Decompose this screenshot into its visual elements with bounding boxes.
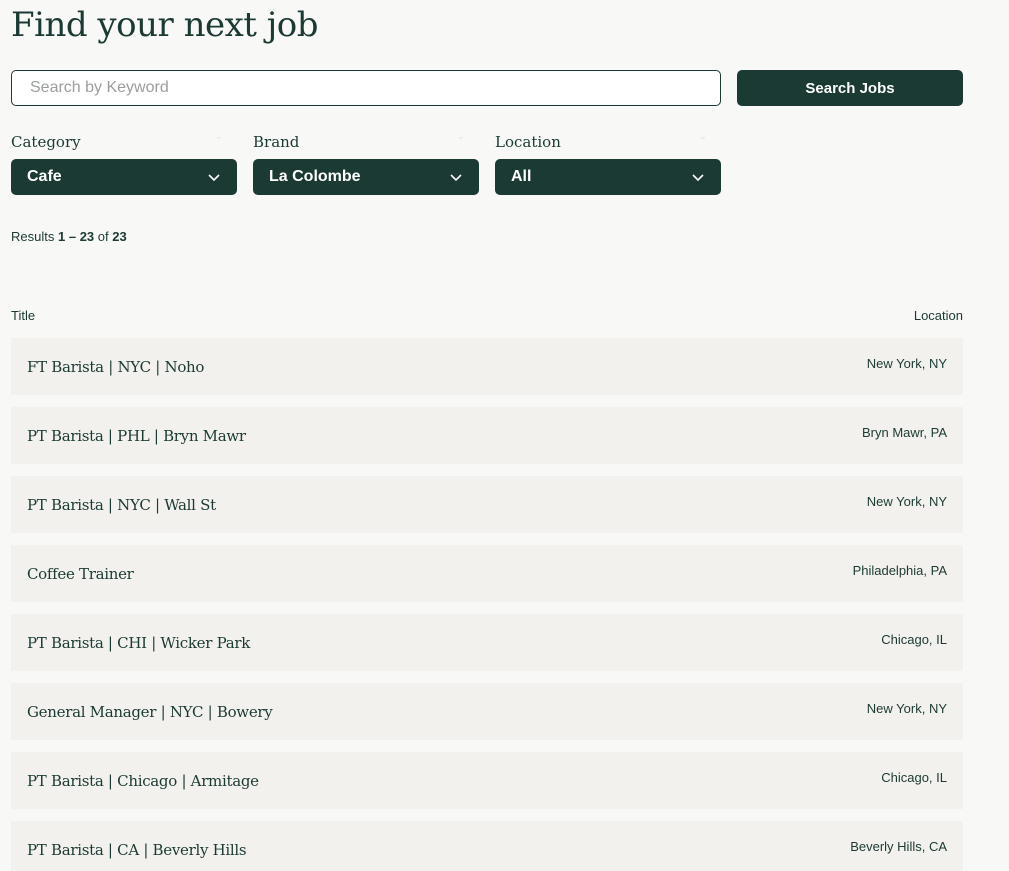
category-filter-label: Category: [11, 133, 81, 151]
job-location: Philadelphia, PA: [852, 563, 947, 578]
results-separator: –: [68, 229, 77, 244]
job-row[interactable]: PT Barista | NYC | Wall St New York, NY: [11, 476, 963, 533]
job-row[interactable]: PT Barista | CHI | Wicker Park Chicago, …: [11, 614, 963, 671]
page-title: Find your next job: [11, 5, 319, 45]
job-location: New York, NY: [866, 356, 947, 371]
category-filter: Category ⌄ Cafe: [11, 131, 237, 195]
job-location: Bryn Mawr, PA: [861, 425, 947, 440]
location-column-header: Location: [913, 308, 963, 323]
results-start: 1: [57, 229, 66, 244]
brand-select[interactable]: La Colombe: [253, 159, 479, 195]
job-row[interactable]: Coffee Trainer Philadelphia, PA: [11, 545, 963, 602]
chevron-down-icon: [207, 170, 221, 184]
job-row[interactable]: FT Barista | NYC | Noho New York, NY: [11, 338, 963, 395]
category-select[interactable]: Cafe: [11, 159, 237, 195]
job-row[interactable]: PT Barista | Chicago | Armitage Chicago,…: [11, 752, 963, 809]
job-title-link[interactable]: PT Barista | Chicago | Armitage: [27, 772, 259, 790]
job-title-link[interactable]: PT Barista | NYC | Wall St: [27, 496, 216, 514]
job-title-link[interactable]: Coffee Trainer: [27, 565, 134, 583]
job-location: New York, NY: [866, 701, 947, 716]
category-select-value: Cafe: [27, 168, 62, 185]
chevron-down-icon: [691, 170, 705, 184]
brand-select-value: La Colombe: [269, 168, 361, 185]
location-select[interactable]: All: [495, 159, 721, 195]
title-column-header: Title: [11, 308, 36, 323]
job-row[interactable]: General Manager | NYC | Bowery New York,…: [11, 683, 963, 740]
results-end: 23: [79, 229, 95, 244]
location-select-value: All: [511, 168, 532, 185]
chevron-down-icon: ⌄: [698, 131, 707, 142]
location-filter: Location ⌄ All: [495, 131, 721, 195]
job-location: New York, NY: [866, 494, 947, 509]
job-title-link[interactable]: General Manager | NYC | Bowery: [27, 703, 273, 721]
brand-filter-label: Brand: [253, 133, 300, 151]
brand-filter: Brand ⌄ La Colombe: [253, 131, 479, 195]
job-title-link[interactable]: PT Barista | CA | Beverly Hills: [27, 841, 247, 859]
job-location: Chicago, IL: [881, 632, 947, 647]
job-location: Beverly Hills, CA: [850, 839, 947, 854]
job-row[interactable]: PT Barista | PHL | Bryn Mawr Bryn Mawr, …: [11, 407, 963, 464]
search-jobs-button[interactable]: Search Jobs: [737, 70, 963, 106]
job-list: FT Barista | NYC | Noho New York, NY PT …: [11, 338, 963, 871]
job-title-link[interactable]: PT Barista | PHL | Bryn Mawr: [27, 427, 246, 445]
results-of: of: [97, 229, 109, 244]
results-count: Results 1 – 23 of 23: [11, 229, 127, 244]
results-prefix: Results: [11, 229, 55, 244]
results-total: 23: [112, 229, 127, 244]
chevron-down-icon: ⌄: [456, 131, 465, 142]
keyword-search-input[interactable]: [11, 70, 721, 106]
job-row[interactable]: PT Barista | CA | Beverly Hills Beverly …: [11, 821, 963, 871]
job-title-link[interactable]: FT Barista | NYC | Noho: [27, 358, 204, 376]
location-filter-label: Location: [495, 133, 561, 151]
chevron-down-icon: ⌄: [214, 131, 223, 142]
chevron-down-icon: [449, 170, 463, 184]
job-location: Chicago, IL: [881, 770, 947, 785]
job-title-link[interactable]: PT Barista | CHI | Wicker Park: [27, 634, 250, 652]
